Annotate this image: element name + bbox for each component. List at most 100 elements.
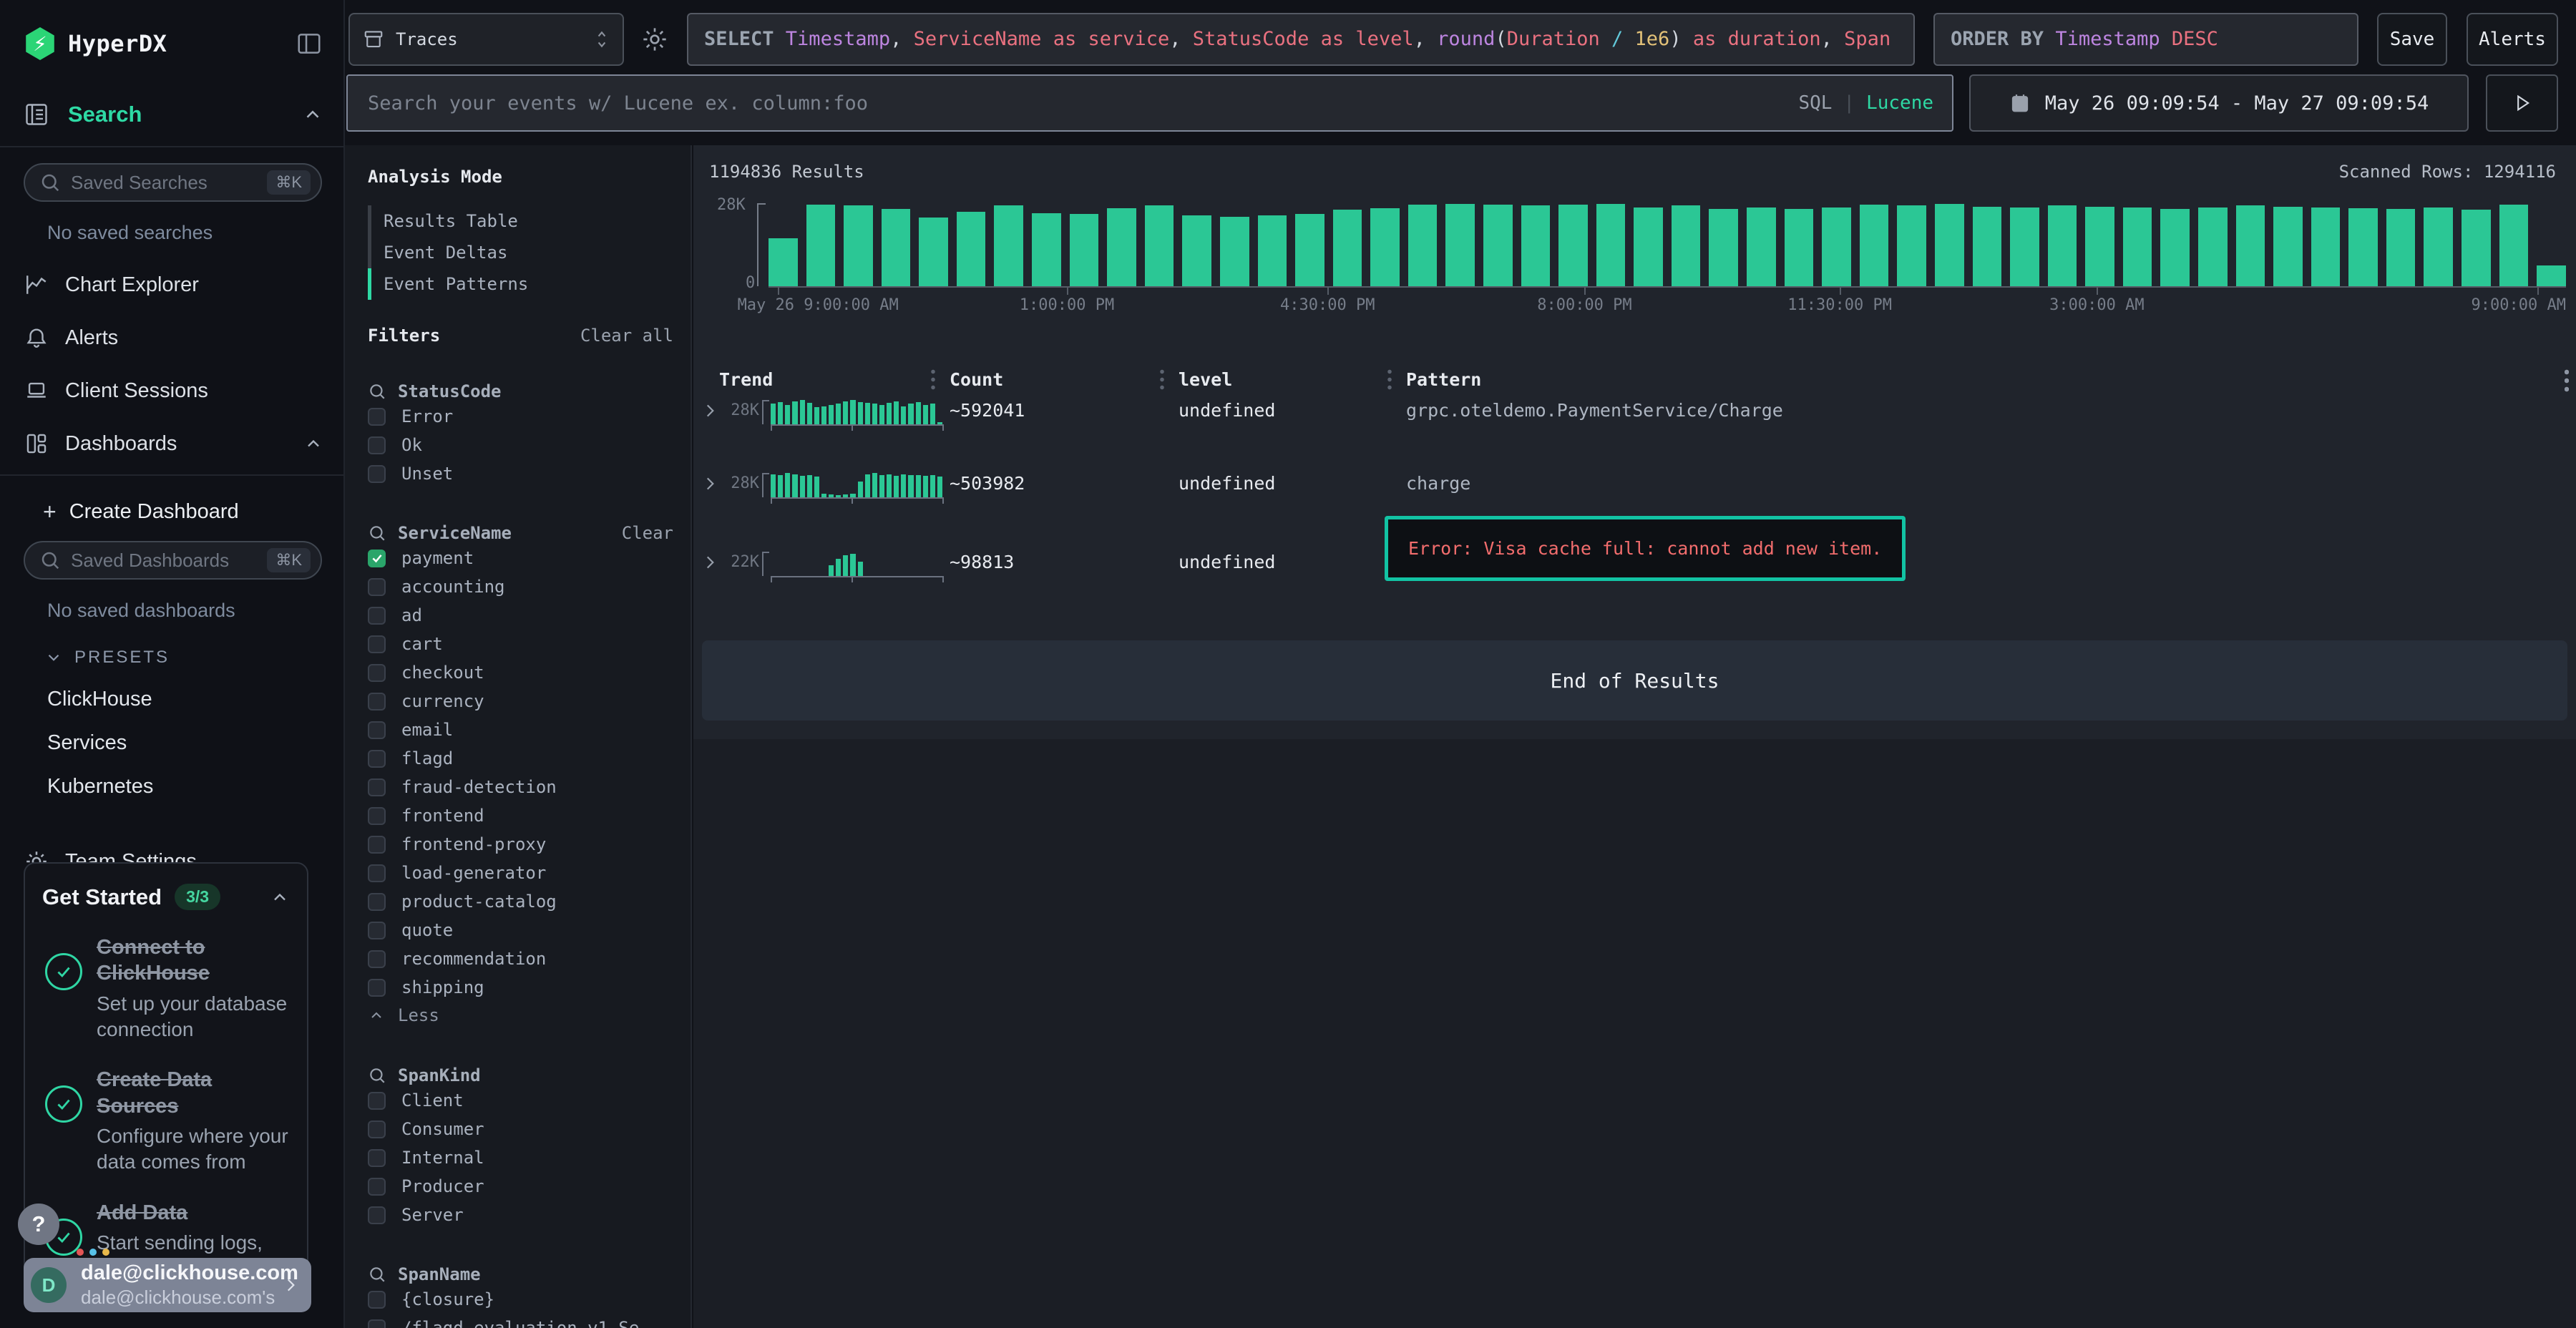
saved-searches-search[interactable]: ⌘K (24, 163, 322, 202)
analysis-mode-event-patterns[interactable]: Event Patterns (368, 268, 673, 300)
results-histogram[interactable]: 28K 0 (769, 203, 2566, 288)
filter-checkbox-cart[interactable]: cart (368, 630, 673, 658)
histogram-bar[interactable] (1070, 214, 1099, 286)
histogram-bar[interactable] (1747, 208, 1776, 286)
histogram-bar[interactable] (2048, 205, 2077, 286)
histogram-bar[interactable] (1897, 205, 1926, 286)
checkbox-icon[interactable] (368, 950, 386, 968)
checkbox-icon[interactable] (368, 750, 386, 768)
histogram-bar[interactable] (994, 205, 1023, 286)
pattern-value[interactable]: grpc.oteldemo.PaymentService/Charge (1406, 400, 2562, 421)
histogram-bar[interactable] (2123, 208, 2152, 286)
filter-checkbox-internal[interactable]: Internal (368, 1144, 673, 1171)
pattern-value[interactable]: charge (1406, 473, 2562, 494)
help-button[interactable]: ? (18, 1204, 59, 1245)
checkbox-icon[interactable] (368, 465, 386, 483)
time-range-picker[interactable]: May 26 09:09:54 - May 27 09:09:54 (1969, 74, 2469, 132)
histogram-bar[interactable] (2085, 207, 2114, 286)
filter-group-clear-link[interactable]: Clear (622, 523, 673, 543)
histogram-bar[interactable] (2348, 208, 2378, 286)
histogram-bar[interactable] (2236, 205, 2265, 286)
highlighted-error-pattern[interactable]: Error: Visa cache full: cannot add new i… (1385, 516, 1906, 581)
histogram-bar[interactable] (1032, 213, 1061, 286)
save-button[interactable]: Save (2377, 13, 2447, 66)
preset-item-services[interactable]: Services (47, 731, 343, 755)
chevron-up-icon[interactable] (303, 434, 323, 454)
filter-checkbox-payment[interactable]: payment (368, 545, 673, 572)
histogram-bar[interactable] (1596, 204, 1626, 286)
checkbox-icon[interactable] (368, 1149, 386, 1167)
filter-checkbox-fraud-detection[interactable]: fraud-detection (368, 773, 673, 801)
column-resize-handle[interactable] (931, 368, 935, 392)
filter-checkbox-accounting[interactable]: accounting (368, 573, 673, 600)
histogram-bar[interactable] (1258, 215, 1287, 286)
column-header-pattern[interactable]: Pattern (1406, 368, 2562, 390)
sidebar-item-dashboards[interactable]: Dashboards (24, 431, 323, 456)
sidebar-collapse-icon[interactable] (295, 30, 323, 57)
checkbox-icon[interactable] (368, 979, 386, 997)
histogram-bar[interactable] (882, 209, 911, 286)
histogram-bar[interactable] (1182, 215, 1211, 286)
column-header-count[interactable]: Count (950, 368, 1179, 390)
sidebar-item-client-sessions[interactable]: Client Sessions (24, 379, 323, 403)
column-resize-handle[interactable] (1387, 368, 1392, 392)
presets-toggle[interactable]: PRESETS (44, 648, 343, 668)
checkbox-checked-icon[interactable] (368, 550, 386, 567)
filter-checkbox-frontend[interactable]: frontend (368, 802, 673, 829)
histogram-bar[interactable] (1220, 217, 1249, 286)
filter-checkbox-ok[interactable]: Ok (368, 431, 673, 459)
show-less-toggle[interactable]: Less (368, 1001, 673, 1030)
checkbox-icon[interactable] (368, 664, 386, 682)
checkbox-icon[interactable] (368, 893, 386, 911)
preset-item-clickhouse[interactable]: ClickHouse (47, 688, 343, 711)
histogram-bar[interactable] (1672, 205, 1701, 286)
histogram-bar[interactable] (1822, 208, 1851, 286)
histogram-bar[interactable] (2386, 209, 2416, 286)
checklist-item-connect[interactable]: Connect to ClickHouse Set up your databa… (42, 934, 290, 1043)
histogram-bar[interactable] (919, 218, 948, 286)
user-menu[interactable]: D dale@clickhouse.com dale@clickhouse.co… (24, 1258, 311, 1312)
histogram-bar[interactable] (2160, 209, 2190, 286)
saved-searches-input[interactable] (71, 172, 267, 194)
checkbox-icon[interactable] (368, 408, 386, 426)
filter-checkbox-currency[interactable]: currency (368, 688, 673, 715)
order-by-editor[interactable]: ORDER BY Timestamp DESC (1933, 13, 2358, 66)
histogram-bar[interactable] (1709, 209, 1738, 286)
sidebar-item-chart-explorer[interactable]: Chart Explorer (24, 273, 323, 297)
filter-checkbox-load-generator[interactable]: load-generator (368, 859, 673, 887)
analysis-mode-results-table[interactable]: Results Table (368, 205, 673, 237)
query-language-toggle[interactable]: SQL | Lucene (1798, 76, 1933, 130)
filter-checkbox-unset[interactable]: Unset (368, 460, 673, 487)
histogram-bar[interactable] (1445, 204, 1475, 286)
histogram-bar[interactable] (2010, 208, 2039, 286)
histogram-bar[interactable] (1521, 205, 1551, 286)
sidebar-item-alerts[interactable]: Alerts (24, 326, 323, 350)
checklist-item-sources[interactable]: Create Data Sources Configure where your… (42, 1067, 290, 1175)
event-search-input[interactable] (348, 92, 1952, 114)
filter-checkbox-product-catalog[interactable]: product-catalog (368, 888, 673, 915)
sql-mode-label[interactable]: SQL (1798, 92, 1832, 114)
chevron-up-icon[interactable] (270, 887, 290, 907)
expand-row-chevron-icon[interactable] (701, 400, 719, 420)
histogram-bar[interactable] (2537, 265, 2566, 286)
filter-checkbox-client[interactable]: Client (368, 1087, 673, 1114)
histogram-bar[interactable] (806, 205, 836, 286)
filter-checkbox-ad[interactable]: ad (368, 602, 673, 629)
filter-checkbox-checkout[interactable]: checkout (368, 659, 673, 686)
column-header-trend[interactable]: Trend (719, 368, 950, 390)
column-header-level[interactable]: level (1179, 368, 1406, 390)
histogram-bar[interactable] (2424, 208, 2453, 286)
checkbox-icon[interactable] (368, 1178, 386, 1196)
histogram-bar[interactable] (2273, 207, 2303, 286)
histogram-bar[interactable] (844, 205, 873, 286)
filter-checkbox-server[interactable]: Server (368, 1201, 673, 1229)
filter-checkbox-flagd[interactable]: flagd (368, 745, 673, 772)
filter-checkbox-quote[interactable]: quote (368, 917, 673, 944)
checkbox-icon[interactable] (368, 721, 386, 739)
checkbox-icon[interactable] (368, 1206, 386, 1224)
histogram-bar[interactable] (1935, 204, 1964, 286)
checkbox-icon[interactable] (368, 1092, 386, 1110)
expand-row-chevron-icon[interactable] (701, 473, 719, 493)
create-dashboard-button[interactable]: + Create Dashboard (43, 499, 323, 525)
histogram-bar[interactable] (1634, 208, 1663, 286)
